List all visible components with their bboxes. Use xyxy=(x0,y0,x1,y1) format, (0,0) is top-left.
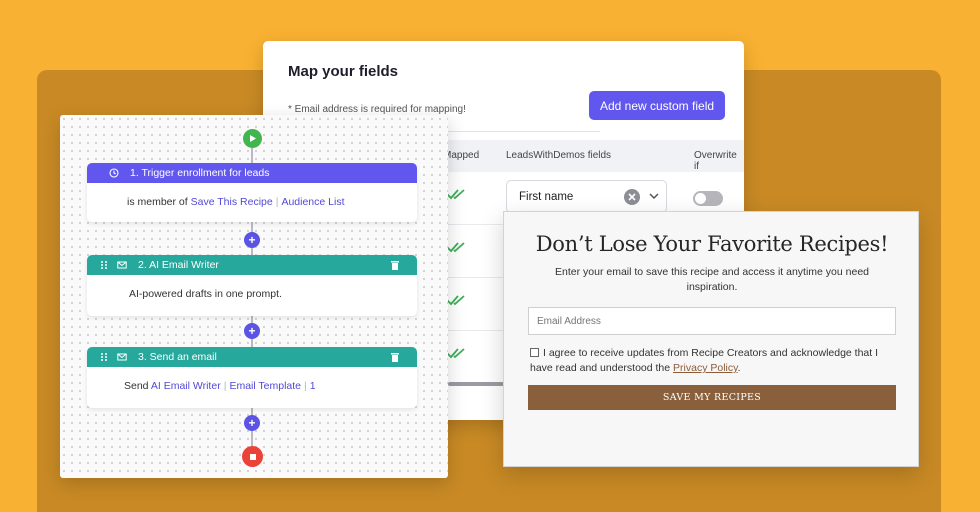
field-select-first-name[interactable]: First name xyxy=(506,180,667,213)
workflow-step-send-email[interactable]: 3. Send an email Send AI Email Writer | Em… xyxy=(87,347,417,408)
add-step-button[interactable]: + xyxy=(244,415,260,431)
email-count-link[interactable]: 1 xyxy=(310,380,316,392)
double-check-icon xyxy=(446,242,465,253)
email-template-link[interactable]: Email Template xyxy=(229,380,301,392)
step-title: 1. Trigger enrollment for leads xyxy=(130,167,270,179)
add-step-button[interactable]: + xyxy=(244,323,260,339)
audience-list-link[interactable]: Audience List xyxy=(281,196,344,208)
double-check-icon xyxy=(446,295,465,306)
stop-node[interactable] xyxy=(242,446,263,467)
clear-icon[interactable] xyxy=(624,189,640,205)
signup-subtitle: Enter your email to save this recipe and… xyxy=(555,266,869,293)
add-step-button[interactable]: + xyxy=(244,232,260,248)
clock-icon xyxy=(109,168,119,178)
play-icon xyxy=(250,135,256,142)
double-check-icon xyxy=(446,348,465,359)
toggle-knob xyxy=(695,193,706,204)
save-recipes-button[interactable]: SAVE MY RECIPES xyxy=(528,385,896,410)
chevron-down-icon[interactable] xyxy=(648,190,660,202)
consent-checkbox[interactable] xyxy=(530,348,539,357)
connector-line xyxy=(251,148,253,163)
step-header: 2. AI Email Writer xyxy=(87,255,417,275)
column-header-overwrite: Overwrite if xyxy=(694,150,737,172)
consent-row: I agree to receive updates from Recipe C… xyxy=(530,347,879,374)
workflow-step-ai-writer[interactable]: 2. AI Email Writer AI-powered drafts in … xyxy=(87,255,417,316)
step-title: 3. Send an email xyxy=(138,351,217,363)
privacy-policy-link[interactable]: Privacy Policy xyxy=(673,362,738,374)
trash-icon[interactable] xyxy=(391,352,399,362)
overwrite-toggle[interactable] xyxy=(693,191,723,206)
step-body: is member of Save This Recipe | Audience L… xyxy=(87,183,417,208)
start-node[interactable] xyxy=(243,129,262,148)
separator: | xyxy=(304,380,307,392)
workflow-step-trigger[interactable]: 1. Trigger enrollment for leads is membe… xyxy=(87,163,417,222)
mail-icon xyxy=(117,353,127,361)
step-body: AI-powered drafts in one prompt. xyxy=(129,288,282,300)
email-field[interactable] xyxy=(528,307,896,335)
recipe-signup-form: Don’t Lose Your Favorite Recipes! Enter … xyxy=(503,211,919,467)
add-custom-field-button[interactable]: Add new custom field xyxy=(589,91,725,120)
step-body: Send AI Email Writer | Email Template | 1 xyxy=(87,367,417,392)
stop-icon xyxy=(249,453,256,460)
step-title: 2. AI Email Writer xyxy=(138,259,219,271)
step-header: 1. Trigger enrollment for leads xyxy=(87,163,417,183)
step-body-text: Send xyxy=(124,380,149,392)
audience-link[interactable]: Save This Recipe xyxy=(191,196,273,208)
column-header-fields: LeadsWithDemos fields xyxy=(506,150,612,161)
drag-handle-icon[interactable] xyxy=(99,260,109,270)
mail-icon xyxy=(117,261,127,269)
step-header: 3. Send an email xyxy=(87,347,417,367)
trash-icon[interactable] xyxy=(391,260,399,270)
email-required-note: * Email address is required for mapping! xyxy=(288,104,466,115)
field-select-value: First name xyxy=(519,191,574,203)
map-fields-title: Map your fields xyxy=(288,63,399,80)
column-header-mapped: Mapped xyxy=(443,150,480,161)
drag-handle-icon[interactable] xyxy=(99,352,109,362)
double-check-icon xyxy=(446,189,465,200)
workflow-panel: 1. Trigger enrollment for leads is membe… xyxy=(60,115,448,478)
signup-title: Don’t Lose Your Favorite Recipes! xyxy=(535,232,889,256)
ai-email-writer-link[interactable]: AI Email Writer xyxy=(151,380,221,392)
step-body-text: is member of xyxy=(127,196,188,208)
